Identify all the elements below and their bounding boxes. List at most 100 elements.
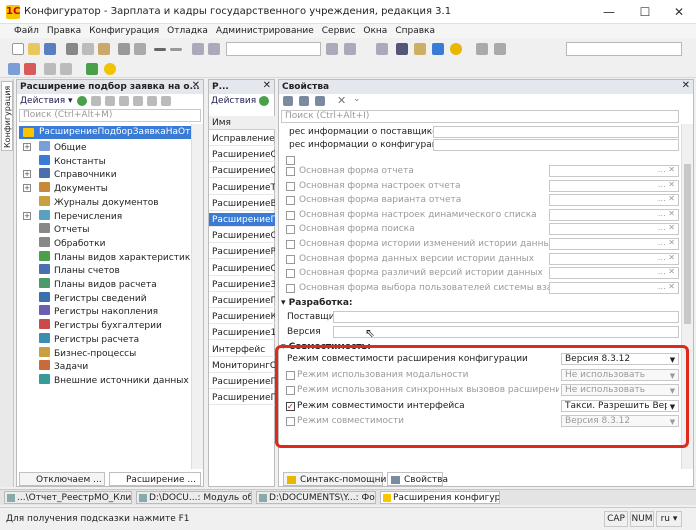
- window-icon[interactable]: [44, 63, 56, 75]
- object-row[interactable]: РасширениеО: [209, 148, 275, 163]
- edit-icon[interactable]: [91, 96, 101, 106]
- categories-icon[interactable]: [299, 96, 309, 106]
- tree-item[interactable]: Регистры сведений: [39, 291, 147, 305]
- close-icon[interactable]: ✕: [682, 80, 690, 91]
- form-value-field[interactable]: … ✕: [549, 208, 679, 221]
- taskbar-window-button[interactable]: D:\DOCUMENTS\Y...: Форма: [256, 491, 376, 504]
- properties-search-input[interactable]: Поиск (Ctrl+Alt+I): [281, 110, 679, 123]
- sort-icon[interactable]: [147, 96, 157, 106]
- tree-item[interactable]: Константы: [39, 154, 106, 168]
- object-row[interactable]: РасширениеОт: [209, 262, 275, 276]
- tree-item[interactable]: Журналы документов: [39, 195, 159, 209]
- add-icon[interactable]: [77, 96, 87, 106]
- form-value-field[interactable]: … ✕: [549, 165, 679, 177]
- sort-az-icon[interactable]: [283, 96, 293, 106]
- tree-item[interactable]: Регистры накопления: [39, 305, 158, 318]
- preview-icon[interactable]: [134, 43, 146, 55]
- new-icon[interactable]: [12, 43, 24, 55]
- form-checkbox[interactable]: [286, 269, 295, 279]
- tab-syntax-helper[interactable]: Синтакс-помощник: [283, 472, 392, 486]
- menu-debug[interactable]: Отладка: [163, 24, 212, 38]
- filter-icon[interactable]: [161, 96, 171, 106]
- add-icon[interactable]: [259, 96, 269, 106]
- taskbar-window-button[interactable]: D:\DOCU...: Модуль объекта: [136, 491, 252, 504]
- form-checkbox[interactable]: [286, 167, 295, 176]
- minimize-button[interactable]: —: [594, 2, 624, 22]
- undo-icon[interactable]: [154, 48, 166, 51]
- close-icon[interactable]: ✕: [263, 80, 271, 91]
- tree-item[interactable]: Общие: [39, 141, 87, 154]
- clear-icon[interactable]: ✕: [337, 94, 346, 107]
- expand-icon[interactable]: +: [23, 184, 31, 193]
- tree-item[interactable]: Регистры расчета: [39, 332, 139, 346]
- object-row[interactable]: Расширение1: [209, 326, 275, 341]
- redo-icon[interactable]: [170, 48, 182, 51]
- column-header-name[interactable]: Имя: [209, 116, 275, 130]
- version-input[interactable]: [333, 326, 679, 338]
- close-icon[interactable]: ✕: [192, 80, 200, 91]
- tree-item[interactable]: Отчеты: [39, 223, 90, 236]
- checkbox[interactable]: [286, 156, 295, 165]
- form-value-field[interactable]: … ✕: [549, 179, 679, 192]
- menu-configuration[interactable]: Конфигурация: [85, 24, 163, 38]
- tree-search-input[interactable]: Поиск (Ctrl+Alt+M): [19, 109, 201, 122]
- form-value-field[interactable]: … ✕: [549, 252, 679, 265]
- debug-icon[interactable]: [396, 43, 408, 55]
- tree-item[interactable]: Справочники: [39, 168, 117, 181]
- tool-icon[interactable]: [476, 43, 488, 55]
- menu-windows[interactable]: Окна: [359, 24, 391, 38]
- object-row[interactable]: РасширениеТа: [209, 181, 275, 195]
- mid-actions-menu[interactable]: Действия ▾: [211, 96, 264, 106]
- search-combo[interactable]: [226, 42, 321, 56]
- maximize-button[interactable]: ☐: [630, 2, 660, 22]
- form-value-field[interactable]: … ✕: [549, 238, 679, 250]
- form-checkbox[interactable]: [286, 210, 295, 220]
- tree-root-item[interactable]: РасширениеПодборЗаявкаНаОткрытие: [19, 126, 191, 139]
- object-row[interactable]: РасширениеЗа: [209, 278, 275, 292]
- compare-icon[interactable]: [24, 63, 36, 75]
- subsystems-icon[interactable]: [315, 96, 325, 106]
- tree-item[interactable]: Перечисления: [39, 209, 122, 223]
- taskbar-window-button[interactable]: Расширения конфигурации: [380, 491, 500, 504]
- form-checkbox[interactable]: [286, 254, 295, 264]
- form-value-field[interactable]: … ✕: [549, 281, 679, 294]
- search-back-icon[interactable]: [326, 43, 338, 55]
- form-checkbox[interactable]: [286, 225, 295, 235]
- object-row[interactable]: РасширениеПа: [209, 391, 275, 406]
- tree-item[interactable]: Планы видов характеристик: [39, 250, 190, 264]
- object-row[interactable]: Интерфейс: [209, 343, 275, 357]
- property-value-field[interactable]: [433, 139, 679, 151]
- object-row[interactable]: РасширениеРа: [209, 245, 275, 260]
- open-icon[interactable]: [28, 43, 40, 55]
- tab-properties[interactable]: Свойства: [387, 472, 448, 486]
- tree-item[interactable]: Бизнес-процессы: [39, 346, 136, 360]
- paste-icon[interactable]: [98, 43, 110, 55]
- form-checkbox[interactable]: [286, 240, 295, 249]
- save-icon[interactable]: [44, 43, 56, 55]
- menu-help[interactable]: Справка: [391, 24, 439, 38]
- object-row[interactable]: ИсправлениеС: [209, 132, 275, 146]
- copy-icon[interactable]: [82, 43, 94, 55]
- object-row[interactable]: РасширениеПа: [209, 375, 275, 389]
- close-button[interactable]: ✕: [664, 2, 694, 22]
- form-checkbox[interactable]: [286, 181, 295, 191]
- form-value-field[interactable]: … ✕: [549, 194, 679, 207]
- actions-menu[interactable]: Действия ▾: [20, 96, 73, 106]
- object-row[interactable]: РасширениеСп: [209, 229, 275, 244]
- cut-icon[interactable]: [66, 43, 78, 55]
- tree-item[interactable]: Внешние источники данных: [39, 373, 189, 387]
- expand-icon[interactable]: +: [23, 211, 31, 220]
- object-row[interactable]: РасширениеВе: [209, 197, 275, 211]
- delete-icon[interactable]: [105, 96, 115, 106]
- move-up-icon[interactable]: [119, 96, 129, 106]
- form-checkbox[interactable]: [286, 196, 295, 206]
- object-row[interactable]: РасширениеО: [209, 164, 275, 179]
- tree-scrollbar[interactable]: [191, 124, 203, 469]
- object-row[interactable]: МониторингОп: [209, 359, 275, 373]
- move-down-icon[interactable]: [133, 96, 143, 106]
- tree-item[interactable]: Регистры бухгалтерии: [39, 319, 162, 332]
- tab-disable[interactable]: Отключаем ...: [19, 472, 105, 486]
- find-icon[interactable]: [192, 43, 204, 55]
- menu-service[interactable]: Сервис: [318, 24, 360, 38]
- chevron-down-icon[interactable]: ⌄: [353, 94, 361, 104]
